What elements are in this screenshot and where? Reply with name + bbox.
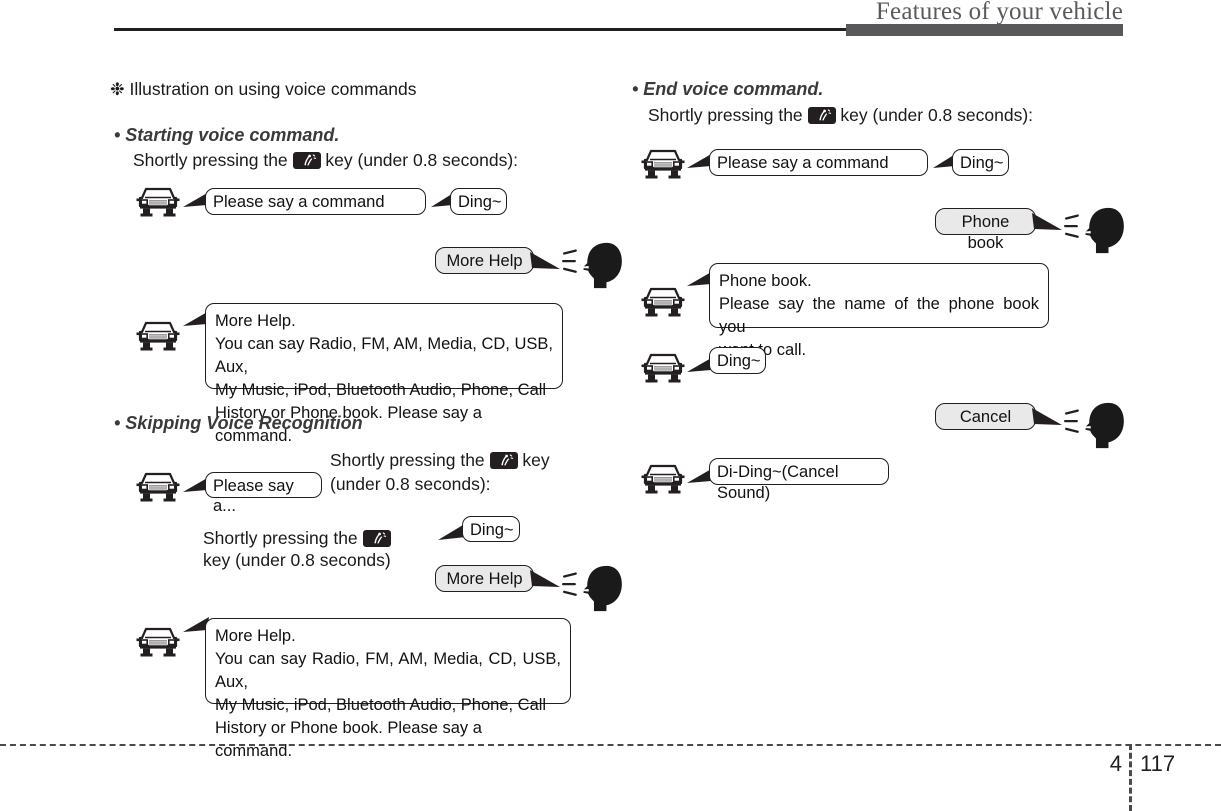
bubble-tail [1032,213,1062,230]
speaking-head-icon [562,241,623,290]
skipping-instruction-1: Shortly pressing the key (under 0.8 seco… [330,449,608,495]
end-instruction-suffix: key (under 0.8 seconds): [840,105,1034,125]
skipping-instr1-suffix: key [522,450,550,470]
voice-command-key-icon [362,530,391,547]
car-front-icon [136,187,180,218]
skipping-instr1-line2: (under 0.8 seconds): [330,473,491,494]
bubble-user-more-help: More Help [435,247,534,274]
bubble-car-cancel-sound: Di-Ding~(Cancel Sound) [709,458,889,502]
more-help-line-3: My Music, iPod, Bluetooth Audio, Phone, … [215,381,547,400]
bubble-car-more-help-detail: More Help. You can say Radio, FM, AM, Me… [205,303,563,445]
voice-command-key-icon [489,452,518,469]
speaking-head-icon [1064,401,1126,450]
bubble-user-cancel: Cancel [935,403,1036,430]
voice-command-key-icon [292,152,321,169]
car-front-icon [641,149,685,180]
bubble-tail [1032,408,1062,425]
speaking-head-icon [562,564,623,613]
illustration-note: ❉ Illustration on using voice commands [110,79,417,99]
bubble-user-phone-book: Phone book [935,208,1036,252]
footer-rule [0,744,1221,746]
end-instruction-prefix: Shortly pressing the [648,105,803,125]
skipping-instr1-prefix: Shortly pressing the [330,450,485,470]
bubble-user-more-help: More Help [435,565,534,592]
car-front-icon [136,321,180,352]
end-instruction-line: Shortly pressing the key (under 0.8 seco… [648,105,1033,126]
bubble-ding: Ding~ [450,188,507,215]
page-header: Features of your vehicle [0,0,1221,46]
starting-instruction-suffix: key (under 0.8 seconds): [325,150,519,170]
page-title: Features of your vehicle [875,0,1123,25]
bubble-ding: Ding~ [952,149,1009,176]
bubble-tail [530,252,560,269]
more-help-line-4: History or Phone book. Please say a comm… [215,719,482,761]
skipping-instruction-2: Shortly pressing the key (under 0.8 seco… [203,528,453,571]
voice-command-key-icon [807,107,836,124]
phone-book-line-2: Please say the name of the phone book yo… [719,295,1039,337]
bubble-ding: Ding~ [709,347,766,374]
footer-divider [1129,744,1132,811]
more-help-line-2: You can say Radio, FM, AM, Media, CD, US… [215,335,553,377]
bubble-car-prompt: Please say a command [205,188,426,215]
more-help-line-1: More Help. [215,312,296,330]
phone-book-line-3: want to call. [719,341,807,360]
car-front-icon [641,464,685,495]
footer-chapter-number: 4 [1109,751,1122,776]
bubble-car-more-help-detail: More Help. You can say Radio, FM, AM, Me… [205,618,571,760]
bubble-car-phone-book-detail: Phone book. Please say the name of the p… [709,263,1049,359]
bubble-ding: Ding~ [462,516,520,542]
more-help-line-3: My Music, iPod, Bluetooth Audio, Phone, … [215,696,547,715]
section-heading-starting-voice-command: • Starting voice command. [114,125,340,145]
car-front-icon [136,627,180,658]
starting-instruction-line: Shortly pressing the key (under 0.8 seco… [133,150,518,171]
skipping-instr2-prefix: Shortly pressing the [203,528,358,548]
bubble-car-prompt-partial: Please say a... [205,472,322,515]
bubble-tail [530,570,560,587]
phone-book-line-1: Phone book. [719,272,812,290]
section-heading-skipping-voice-recognition: • Skipping Voice Recognition [114,413,363,433]
car-front-icon [641,353,685,384]
car-front-icon [136,472,180,503]
bubble-car-prompt: Please say a command [709,149,928,176]
skipping-instr2-line2: key (under 0.8 seconds) [203,550,391,570]
starting-instruction-prefix: Shortly pressing the [133,150,288,170]
more-help-line-2: You can say Radio, FM, AM, Media, CD, US… [215,650,561,692]
footer-page-number: 117 [1140,751,1176,776]
more-help-line-1: More Help. [215,627,296,645]
speaking-head-icon [1064,206,1126,255]
section-heading-end-voice-command: • End voice command. [632,79,824,99]
car-front-icon [641,287,685,318]
